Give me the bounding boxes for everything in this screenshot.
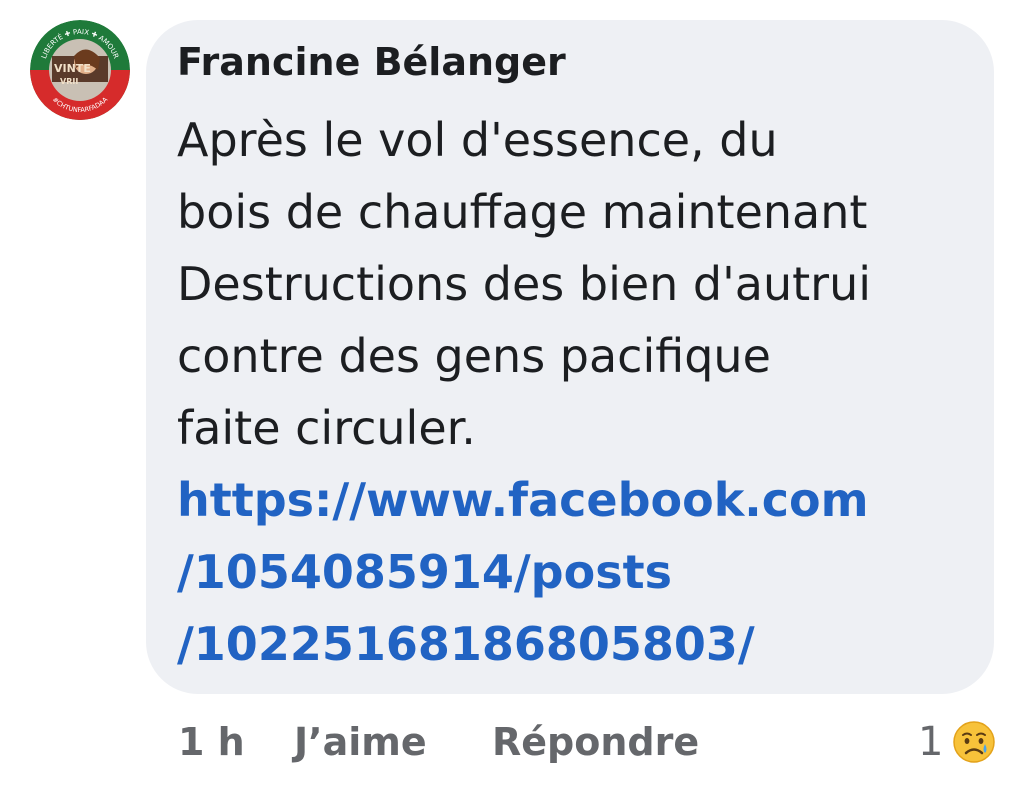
avatar-center-text-2: VRII [60,77,78,86]
post-link-line[interactable]: /1054085914/posts [177,536,672,608]
reaction-count[interactable]: 1 [918,714,943,770]
reply-button[interactable]: Répondre [492,714,699,770]
comment-text-line: contre des gens pacifique [177,329,771,383]
post-link-line[interactable]: https://www.facebook.com [177,464,869,536]
avatar-center-text-1: VINTE [54,62,91,75]
post-link-line[interactable]: /10225168186805803/ [177,608,755,680]
comment-timestamp[interactable]: 1 h [178,714,245,770]
comment-text-line: Après le vol d'essence, du [177,113,778,167]
comment-text-line: bois de chauffage maintenant [177,185,868,239]
author-name[interactable]: Francine Bélanger [177,40,566,84]
comment-text-line: Destructions des bien d'autrui [177,257,871,311]
author-avatar[interactable]: VINTE VRII LIBERTÉ ✚ PAIX ✚ AMOUR #CHTUN… [30,20,130,120]
comment-text-line: faite circuler. [177,401,476,455]
like-button[interactable]: J’aime [294,714,427,770]
comment: VINTE VRII LIBERTÉ ✚ PAIX ✚ AMOUR #CHTUN… [0,0,1024,800]
sad-face-emoji-icon[interactable] [952,720,996,764]
